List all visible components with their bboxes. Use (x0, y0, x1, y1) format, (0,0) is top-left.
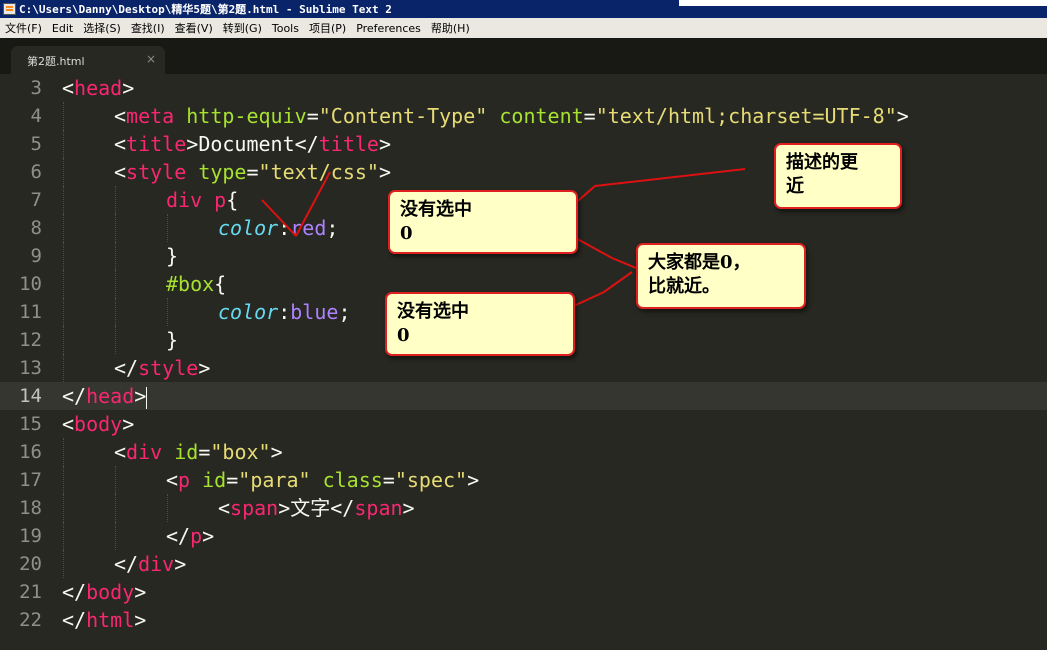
menu-edit[interactable]: Edit (47, 22, 78, 35)
code-line: 5 <title>Document</title> (0, 130, 1047, 158)
code-line: 12 } (0, 326, 1047, 354)
close-icon[interactable]: × (146, 52, 156, 66)
code-line: 19 </p> (0, 522, 1047, 550)
menu-bar: 文件(F) Edit 选择(S) 查找(I) 查看(V) 转到(G) Tools… (0, 18, 1047, 38)
code-line: 22 </html> (0, 606, 1047, 634)
code-line: 9 } (0, 242, 1047, 270)
sublime-app-icon (3, 3, 16, 15)
line-number: 14 (19, 385, 42, 407)
line-number: 19 (19, 525, 42, 547)
menu-project[interactable]: 项目(P) (304, 20, 351, 36)
code-line: 10 #box{ (0, 270, 1047, 298)
tab-file-2[interactable]: 第2题.html × (11, 46, 165, 74)
line-number: 15 (19, 413, 42, 435)
menu-find[interactable]: 查找(I) (126, 20, 170, 36)
tab-label: 第2题.html (27, 55, 85, 68)
line-number: 11 (19, 301, 42, 323)
menu-help[interactable]: 帮助(H) (426, 20, 475, 36)
line-number: 21 (19, 581, 42, 603)
code-line: 17 <p id="para" class="spec"> (0, 466, 1047, 494)
code-editor[interactable]: 3 <head> 4 <meta http-equiv="Content-Typ… (0, 74, 1047, 650)
code-line: 4 <meta http-equiv="Content-Type" conten… (0, 102, 1047, 130)
menu-tools[interactable]: Tools (267, 22, 304, 35)
menu-selection[interactable]: 选择(S) (78, 20, 126, 36)
line-number: 20 (19, 553, 42, 575)
menu-view[interactable]: 查看(V) (170, 20, 218, 36)
line-number: 16 (19, 441, 42, 463)
code-line: 11 color:blue; (0, 298, 1047, 326)
code-line: 18 <span>文字</span> (0, 494, 1047, 522)
code-line: 21 </body> (0, 578, 1047, 606)
line-number: 5 (30, 133, 42, 155)
line-number: 22 (19, 609, 42, 631)
line-number: 4 (30, 105, 42, 127)
menu-preferences[interactable]: Preferences (351, 22, 426, 35)
menu-goto[interactable]: 转到(G) (218, 20, 267, 36)
code-line: 8 color:red; (0, 214, 1047, 242)
line-number: 18 (19, 497, 42, 519)
line-number: 3 (30, 77, 42, 99)
code-line: 3 <head> (0, 74, 1047, 102)
line-number: 17 (19, 469, 42, 491)
code-line: 15 <body> (0, 410, 1047, 438)
menu-file[interactable]: 文件(F) (0, 20, 47, 36)
line-number: 12 (19, 329, 42, 351)
code-line: 7 div p{ (0, 186, 1047, 214)
line-number: 7 (30, 189, 42, 211)
window-title: C:\Users\Danny\Desktop\精华5题\第2题.html - S… (19, 3, 392, 16)
line-number: 10 (19, 273, 42, 295)
window-titlebar: C:\Users\Danny\Desktop\精华5题\第2题.html - S… (0, 0, 1047, 18)
code-line: 16 <div id="box"> (0, 438, 1047, 466)
text-cursor (146, 386, 148, 409)
line-number: 6 (30, 161, 42, 183)
titlebar-right-area (679, 0, 1047, 6)
line-number: 8 (30, 217, 42, 239)
code-line: 13 </style> (0, 354, 1047, 382)
code-line-current: 14 </head> (0, 382, 1047, 410)
tab-bar: 第2题.html × (0, 38, 1047, 74)
line-number: 13 (19, 357, 42, 379)
line-number: 9 (30, 245, 42, 267)
code-line: 20 </div> (0, 550, 1047, 578)
code-line: 6 <style type="text/css"> (0, 158, 1047, 186)
